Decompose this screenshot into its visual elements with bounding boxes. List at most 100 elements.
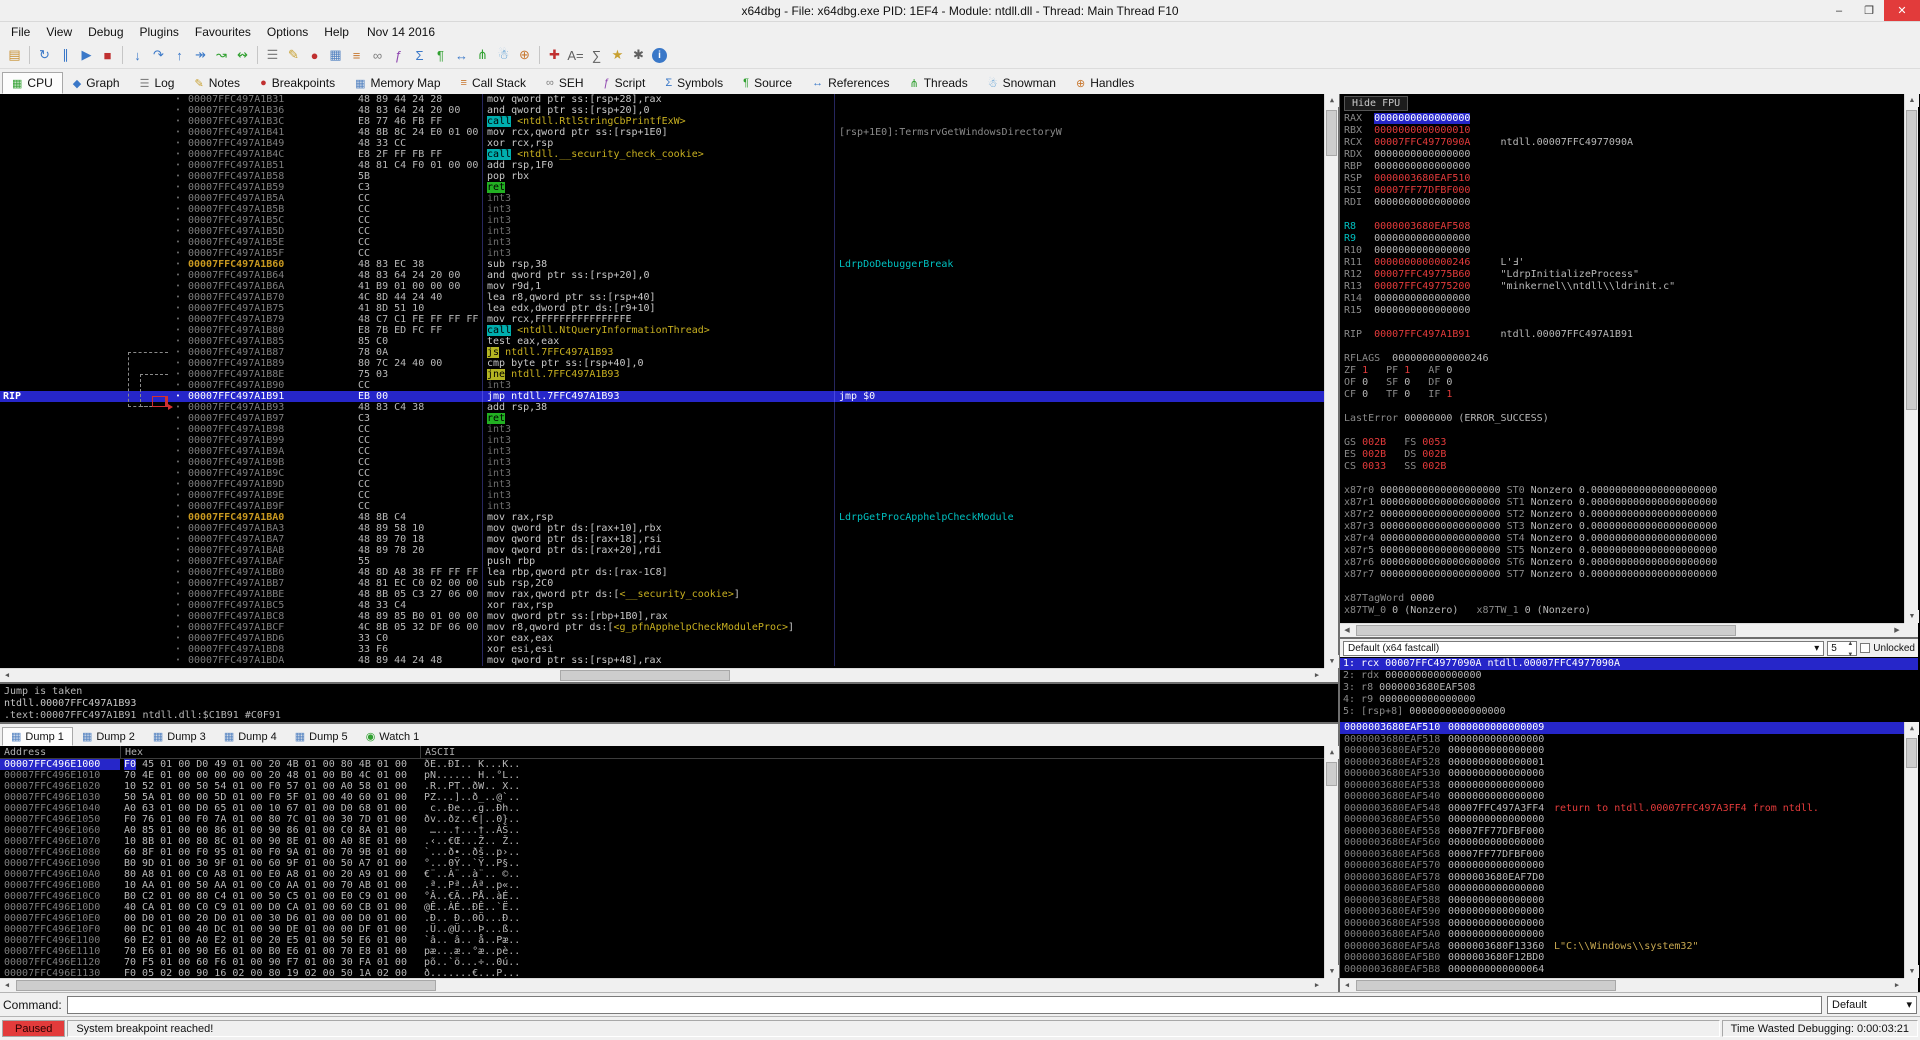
tab-symbols[interactable]: Σ Symbols xyxy=(655,72,733,94)
stack-row[interactable]: 0000003680EAF520 0000000000000000 xyxy=(1340,745,1904,757)
disasm-row[interactable]: • 00007FFC497A1B58 5B pop rbx xyxy=(0,171,1324,182)
stack-row[interactable]: 0000003680EAF570 0000000000000000 xyxy=(1340,860,1904,872)
dump-row[interactable]: 00007FFC496E10F0 00 DC 01 00 40 DC 01 00 … xyxy=(0,924,1324,935)
disasm-row[interactable]: • 00007FFC497A1BA0 48 8B C4 mov rax,rsp Ldrp… xyxy=(0,512,1324,523)
breakpoint-dot[interactable]: • xyxy=(170,611,186,622)
breakpoint-dot[interactable]: • xyxy=(170,292,186,303)
breakpoint-dot[interactable]: • xyxy=(170,215,186,226)
breakpoint-dot[interactable]: • xyxy=(170,534,186,545)
stack-row[interactable]: 0000003680EAF510 0000000000000009 xyxy=(1340,722,1904,734)
scroll-left-icon[interactable]: ◀ xyxy=(1340,979,1354,992)
register-row[interactable]: CS 0033 SS 002B xyxy=(1344,461,1900,473)
minimize-button[interactable]: – xyxy=(1824,0,1854,21)
favourites-icon[interactable]: ★ xyxy=(607,45,628,66)
restart-icon[interactable]: ↻ xyxy=(34,45,55,66)
dump-row[interactable]: 00007FFC496E10E0 00 D0 01 00 20 D0 01 00 … xyxy=(0,913,1324,924)
breakpoint-dot[interactable]: • xyxy=(170,512,186,523)
register-row[interactable]: CF 0 TF 0 IF 1 xyxy=(1344,389,1900,401)
tab-dump-1[interactable]: ▦ Dump 1 xyxy=(2,727,73,746)
scroll-down-icon[interactable]: ▼ xyxy=(1325,655,1339,668)
stack-row[interactable]: 0000003680EAF528 0000000000000001 xyxy=(1340,757,1904,769)
register-row[interactable]: x87r6 00000000000000000000 ST6 Nonzero 0… xyxy=(1344,557,1900,569)
register-row[interactable] xyxy=(1344,425,1900,437)
breakpoint-dot[interactable]: • xyxy=(170,567,186,578)
breakpoint-dot[interactable]: • xyxy=(170,600,186,611)
tab-log[interactable]: ☰ Log xyxy=(130,72,185,94)
menu-file[interactable]: File xyxy=(3,23,38,41)
script-profile-select[interactable]: Default ▾ xyxy=(1827,995,1917,1014)
disasm-row[interactable]: • 00007FFC497A1BAF 55 push rbp xyxy=(0,556,1324,567)
seh-icon[interactable]: ∞ xyxy=(367,45,388,66)
scroll-up-icon[interactable]: ▲ xyxy=(1905,722,1919,735)
disasm-row[interactable]: • 00007FFC497A1B4C E8 2F FF FB FF call <ntd… xyxy=(0,149,1324,160)
dump-row[interactable]: 00007FFC496E1030 50 5A 01 00 00 5D 01 00 … xyxy=(0,792,1324,803)
disasm-row[interactable]: • 00007FFC497A1B8E 75 03 jne ntdll.7FFC497A… xyxy=(0,369,1324,380)
register-row[interactable]: R9 0000000000000000 xyxy=(1344,233,1900,245)
breakpoint-dot[interactable]: • xyxy=(170,655,186,666)
dump-row[interactable]: 00007FFC496E1020 10 52 01 00 50 54 01 00 … xyxy=(0,781,1324,792)
stack-row[interactable]: 0000003680EAF590 0000000000000000 xyxy=(1340,906,1904,918)
tab-dump-4[interactable]: ▦ Dump 4 xyxy=(215,727,286,746)
breakpoint-dot[interactable]: • xyxy=(170,424,186,435)
tab-references[interactable]: ↔ References xyxy=(802,72,899,94)
disasm-row[interactable]: • 00007FFC497A1BBE 48 8B 05 C3 27 06 00 mov… xyxy=(0,589,1324,600)
help-icon[interactable]: i xyxy=(652,47,667,63)
tab-cpu[interactable]: ▦ CPU xyxy=(2,72,63,94)
register-row[interactable]: x87r2 00000000000000000000 ST2 Nonzero 0… xyxy=(1344,509,1900,521)
breakpoint-dot[interactable]: • xyxy=(170,193,186,204)
breakpoint-dot[interactable]: • xyxy=(170,589,186,600)
breakpoint-dot[interactable]: • xyxy=(170,270,186,281)
register-row[interactable] xyxy=(1344,341,1900,353)
menu-favourites[interactable]: Favourites xyxy=(187,23,259,41)
scroll-up-icon[interactable]: ▲ xyxy=(1325,746,1339,759)
breakpoint-dot[interactable]: • xyxy=(170,391,186,402)
breakpoint-dot[interactable]: • xyxy=(170,413,186,424)
register-row[interactable] xyxy=(1344,209,1900,221)
dump-row[interactable]: 00007FFC496E1010 70 4E 01 00 00 00 00 00 … xyxy=(0,770,1324,781)
disasm-row[interactable]: • 00007FFC497A1B9F CC int3 xyxy=(0,501,1324,512)
disasm-row[interactable]: • 00007FFC497A1B60 48 83 EC 38 sub rsp,38 Ld… xyxy=(0,259,1324,270)
breakpoint-dot[interactable]: • xyxy=(170,435,186,446)
scroll-down-icon[interactable]: ▼ xyxy=(1905,610,1919,623)
dump-row[interactable]: 00007FFC496E1110 70 E6 01 00 90 E6 01 00 … xyxy=(0,946,1324,957)
register-row[interactable]: x87r5 00000000000000000000 ST5 Nonzero 0… xyxy=(1344,545,1900,557)
menu-options[interactable]: Options xyxy=(259,23,316,41)
disasm-row[interactable]: • 00007FFC497A1B79 48 C7 C1 FE FF FF FF mov… xyxy=(0,314,1324,325)
register-row[interactable] xyxy=(1344,317,1900,329)
dump-row[interactable]: 00007FFC496E10D0 40 CA 01 00 C0 C9 01 00 … xyxy=(0,902,1324,913)
disasm-row[interactable]: • 00007FFC497A1BD6 33 C0 xor eax,eax xyxy=(0,633,1324,644)
register-row[interactable]: x87r4 00000000000000000000 ST4 Nonzero 0… xyxy=(1344,533,1900,545)
disasm-row[interactable]: • 00007FFC497A1B93 48 83 C4 38 add rsp,38 xyxy=(0,402,1324,413)
register-row[interactable]: R11 0000000000000246 L'Ⅎ' xyxy=(1344,257,1900,269)
dump-row[interactable]: 00007FFC496E1040 A0 63 01 00 D0 65 01 00 … xyxy=(0,803,1324,814)
menu-help[interactable]: Help xyxy=(316,23,357,41)
stack-row[interactable]: 0000003680EAF550 0000000000000000 xyxy=(1340,814,1904,826)
calling-convention-select[interactable]: Default (x64 fastcall) ▾ xyxy=(1343,640,1825,656)
fastcall-arg-row[interactable]: 3: r8 0000003680EAF508 xyxy=(1340,682,1918,694)
register-row[interactable]: RSP 0000003680EAF510 xyxy=(1344,173,1900,185)
disasm-row[interactable]: • 00007FFC497A1BDA 48 89 44 24 48 mov qword… xyxy=(0,655,1324,666)
disasm-row[interactable]: • 00007FFC497A1B5A CC int3 xyxy=(0,193,1324,204)
register-row[interactable]: x87TW_0 0 (Nonzero) x87TW_1 0 (Nonzero) xyxy=(1344,605,1900,617)
fastcall-arg-row[interactable]: 4: r9 0000000000000000 xyxy=(1340,694,1918,706)
stack-row[interactable]: 0000003680EAF588 0000000000000000 xyxy=(1340,895,1904,907)
register-row[interactable]: x87r0 00000000000000000000 ST0 Nonzero 0… xyxy=(1344,485,1900,497)
trace-into-icon[interactable]: ↝ xyxy=(211,45,232,66)
dump-row[interactable]: 00007FFC496E10A0 80 A8 01 00 C0 A8 01 00 … xyxy=(0,869,1324,880)
log-icon[interactable]: ☰ xyxy=(262,45,283,66)
menu-debug[interactable]: Debug xyxy=(80,23,131,41)
register-row[interactable]: RAX 0000000000000000 xyxy=(1344,113,1900,125)
register-row[interactable]: GS 002B FS 0053 xyxy=(1344,437,1900,449)
disasm-row[interactable]: • 00007FFC497A1B64 48 83 64 24 20 00 and qw… xyxy=(0,270,1324,281)
disasm-row[interactable]: • 00007FFC497A1BC5 48 33 C4 xor rax,rsp xyxy=(0,600,1324,611)
breakpoint-dot[interactable]: • xyxy=(170,314,186,325)
trace-over-icon[interactable]: ↭ xyxy=(232,45,253,66)
register-row[interactable] xyxy=(1344,473,1900,485)
scroll-up-icon[interactable]: ▲ xyxy=(1325,94,1339,107)
scroll-right-icon[interactable]: ▶ xyxy=(1890,624,1904,637)
disasm-row[interactable]: • 00007FFC497A1B31 48 89 44 24 28 mov qword… xyxy=(0,94,1324,105)
register-row[interactable]: RDX 0000000000000000 xyxy=(1344,149,1900,161)
menu-view[interactable]: View xyxy=(38,23,80,41)
stack-row[interactable]: 0000003680EAF598 0000000000000000 xyxy=(1340,918,1904,930)
disasm-vertical-scrollbar[interactable]: ▲ ▼ xyxy=(1324,94,1339,668)
